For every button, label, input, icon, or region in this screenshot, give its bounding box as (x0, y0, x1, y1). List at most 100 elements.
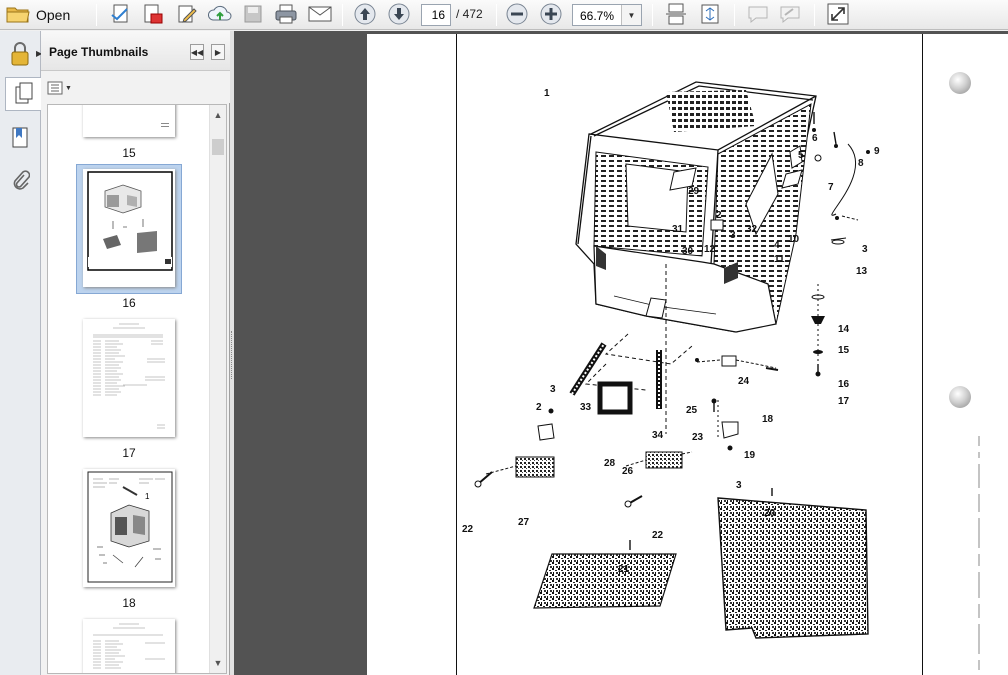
part-label-15: 15 (838, 345, 850, 356)
navigation-pane-strip: ▶ (0, 31, 42, 675)
next-page-button[interactable] (386, 3, 412, 27)
chevron-down-icon[interactable]: ▼ (621, 5, 641, 25)
previous-page-button[interactable] (352, 3, 378, 27)
thumbnail-label: 18 (122, 596, 136, 610)
part-label-17: 17 (838, 396, 850, 407)
fullscreen-button[interactable] (824, 3, 852, 27)
zoom-out-icon (506, 3, 528, 28)
part-label-26: 26 (622, 466, 634, 477)
thumbnail-page-16[interactable] (83, 169, 175, 287)
part-label-19: 19 (744, 450, 756, 461)
panel-header: Page Thumbnails ◀◀ ▶ (41, 31, 230, 71)
part-label-3: 3 (862, 244, 868, 255)
part-label-27: 27 (518, 517, 530, 528)
thumbnail-page-18[interactable]: 1 (83, 469, 175, 587)
thumbnail-page-17[interactable] (83, 319, 175, 437)
scroll-down-icon[interactable]: ▼ (210, 655, 226, 671)
edit-pdf-button[interactable] (174, 3, 200, 27)
fit-page-button[interactable] (696, 3, 724, 27)
save-disk-icon (243, 4, 263, 27)
part-label-16: 16 (838, 379, 850, 390)
zoom-in-button[interactable] (538, 3, 564, 27)
page-margin-text (978, 436, 980, 670)
next-page-icon (388, 3, 410, 28)
binder-hole-icon (949, 72, 971, 94)
part-label-22: 22 (652, 530, 664, 541)
page-number-input[interactable]: 16 (421, 4, 451, 26)
collapse-panel-button[interactable]: ◀◀ (190, 44, 204, 60)
part-label-34: 34 (652, 430, 664, 441)
part-label-22: 22 (462, 524, 474, 535)
print-icon (274, 3, 298, 28)
part-label-21: 21 (618, 564, 630, 575)
thumbnail-label: 17 (122, 446, 136, 460)
upload-cloud-button[interactable] (206, 3, 234, 27)
attachments-icon[interactable] (5, 163, 35, 197)
open-button[interactable]: Open (6, 3, 86, 27)
thumbnail-list[interactable]: 15 16 17 1 18 ▲ ▼ (47, 104, 227, 674)
part-label-30: 30 (682, 246, 694, 257)
document-view[interactable]: 1 2 2 3 3 3 3 4 5 6 7 8 9 10 11 12 13 14 15 16 17 18 19 20 21 22 2… (234, 31, 1008, 675)
zoom-value: 66.7% (580, 9, 615, 23)
thumbnail-page-19[interactable] (83, 619, 175, 673)
scroll-pages-icon (665, 3, 687, 28)
zoom-out-button[interactable] (504, 3, 530, 27)
part-label-3: 3 (730, 230, 736, 241)
save-button[interactable] (240, 3, 266, 27)
scrolling-mode-button[interactable] (662, 3, 690, 27)
scrollbar-thumb[interactable] (212, 139, 224, 155)
page-thumbnails-panel: Page Thumbnails ◀◀ ▶ ▼ 15 16 17 1 18 ▲ ▼ (41, 31, 230, 675)
highlight-button[interactable] (776, 3, 804, 27)
fit-page-icon (699, 3, 721, 28)
part-label-23: 23 (692, 432, 704, 443)
thumbnail-options-button[interactable]: ▼ (47, 79, 73, 97)
expand-icon (827, 3, 849, 28)
open-folder-icon (6, 4, 30, 27)
part-label-2: 2 (716, 210, 722, 221)
part-label-18: 18 (762, 414, 774, 425)
create-pdf-button[interactable] (108, 3, 134, 27)
part-label-12: 12 (704, 244, 716, 255)
panel-next-button[interactable]: ▶ (211, 44, 225, 60)
comment-bubble-icon (747, 4, 769, 27)
part-label-7: 7 (828, 182, 834, 193)
part-label-5: 5 (798, 150, 804, 161)
part-label-8: 8 (858, 158, 864, 169)
part-label-24: 24 (738, 376, 750, 387)
print-button[interactable] (272, 3, 300, 27)
thumbnail-label: 15 (122, 146, 136, 160)
comment-button[interactable] (744, 3, 772, 27)
zoom-in-icon (540, 3, 562, 28)
thumbnail-scrollbar[interactable]: ▲ ▼ (209, 105, 226, 673)
cloud-upload-icon (207, 3, 233, 28)
toolbar: Open 16 / 472 66.7% ▼ (0, 0, 1008, 30)
export-pdf-button[interactable] (140, 3, 166, 27)
page-total-label: / 472 (456, 7, 483, 21)
prev-page-icon (354, 3, 376, 28)
thumbnail-page-15[interactable] (83, 105, 175, 137)
zoom-select[interactable]: 66.7% ▼ (572, 4, 642, 26)
svg-text:1: 1 (145, 492, 150, 501)
thumbnails-icon[interactable] (5, 77, 42, 111)
part-label-33: 33 (580, 402, 592, 413)
part-label-3: 3 (736, 480, 742, 491)
highlight-marker-icon (779, 4, 801, 27)
part-label-20: 20 (764, 508, 776, 519)
part-label-11: 11 (774, 254, 785, 265)
part-label-32: 32 (746, 224, 758, 235)
part-label-9: 9 (874, 146, 880, 157)
chevron-down-icon: ▼ (65, 84, 72, 92)
email-button[interactable] (306, 3, 334, 27)
open-label: Open (36, 7, 71, 23)
bookmarks-icon[interactable] (5, 121, 35, 155)
part-label-2: 2 (536, 402, 542, 413)
part-label-4: 4 (774, 240, 780, 251)
lock-icon[interactable] (5, 37, 35, 71)
part-label-6: 6 (812, 133, 818, 144)
edit-pencil-icon (176, 3, 198, 28)
export-pdf-icon (142, 3, 164, 28)
part-label-28: 28 (604, 458, 616, 469)
scroll-up-icon[interactable]: ▲ (210, 107, 226, 123)
panel-title: Page Thumbnails (49, 45, 149, 59)
part-label-25: 25 (686, 405, 698, 416)
